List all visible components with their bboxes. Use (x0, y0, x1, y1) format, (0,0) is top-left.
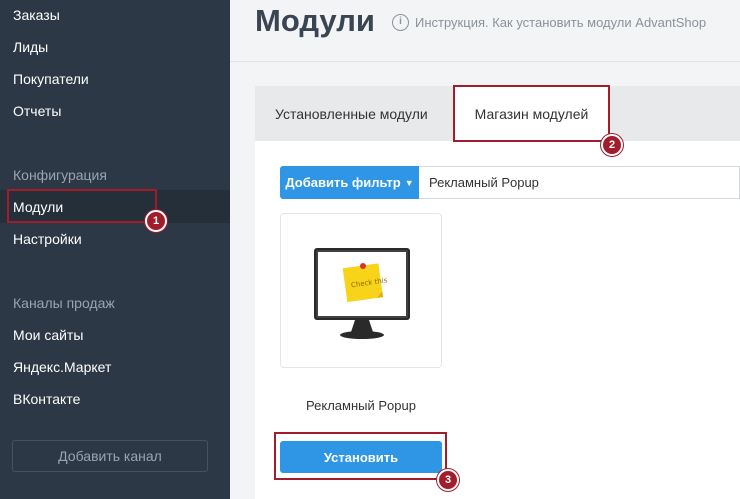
help-link-text[interactable]: Инструкция. Как установить модули Advant… (415, 15, 706, 30)
sidebar-item-leads[interactable]: Лиды (13, 39, 48, 55)
sidebar-item-reports[interactable]: Отчеты (13, 103, 61, 119)
page-title: Модули (255, 3, 375, 38)
step-badge-1: 1 (145, 210, 167, 232)
sidebar-heading-configuration: Конфигурация (13, 167, 107, 183)
sidebar-item-orders[interactable]: Заказы (13, 7, 60, 23)
sidebar-item-customers[interactable]: Покупатели (13, 71, 89, 87)
tab-installed-modules[interactable]: Установленные модули (275, 86, 428, 141)
tab-bar: Установленные модули Магазин модулей (255, 85, 740, 142)
module-image[interactable]: Check this (280, 213, 442, 368)
sidebar-item-settings[interactable]: Настройки (13, 231, 82, 247)
tab-module-store[interactable]: Магазин модулей (453, 85, 610, 142)
sidebar-item-my-sites[interactable]: Мои сайты (13, 327, 83, 343)
monitor-icon: Check this (314, 248, 410, 339)
add-filter-label: Добавить фильтр (285, 175, 401, 190)
install-button[interactable]: Установить (280, 441, 442, 473)
sidebar-item-vkontakte[interactable]: ВКонтакте (13, 391, 80, 407)
sidebar-heading-sales-channels: Каналы продаж (13, 295, 115, 311)
filter-search-input[interactable]: Рекламный Popup (419, 166, 740, 199)
modules-panel: Установленные модули Магазин модулей Доб… (255, 85, 740, 499)
add-filter-button[interactable]: Добавить фильтр ▼ (280, 166, 419, 199)
info-icon: i (392, 14, 409, 31)
add-channel-button[interactable]: Добавить канал (12, 440, 208, 472)
help-link[interactable]: i Инструкция. Как установить модули Adva… (392, 14, 706, 31)
sidebar-item-yandex-market[interactable]: Яндекс.Маркет (13, 359, 111, 375)
sidebar: Заказы Лиды Покупатели Отчеты Конфигурац… (0, 0, 230, 499)
module-title: Рекламный Popup (306, 398, 416, 413)
page-header: Модули i Инструкция. Как установить моду… (230, 0, 740, 62)
highlight-box-modules (7, 189, 157, 223)
step-badge-3: 3 (437, 469, 459, 491)
step-badge-2: 2 (601, 134, 623, 156)
caret-down-icon: ▼ (404, 177, 414, 188)
